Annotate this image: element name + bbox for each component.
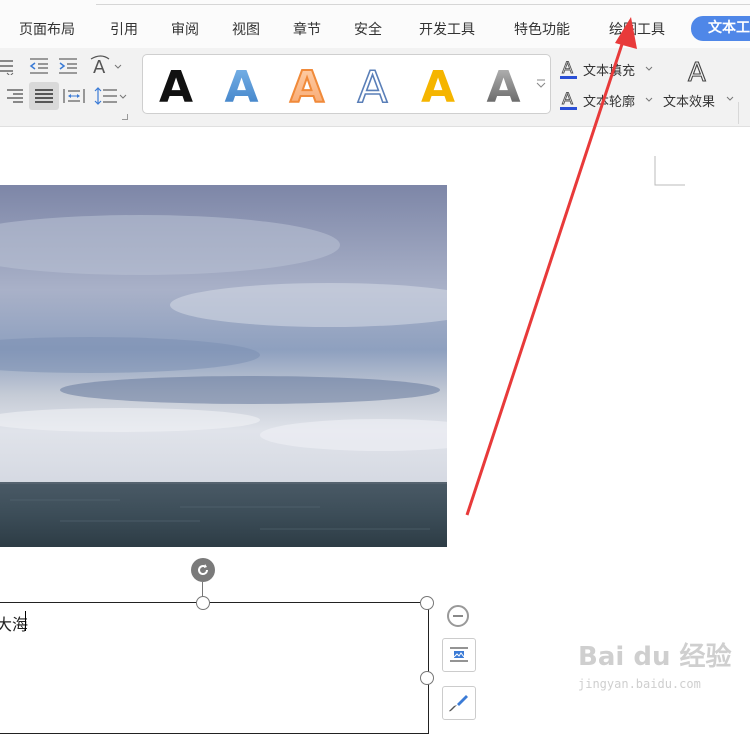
svg-text:A: A [93,57,106,77]
menu-references[interactable]: 引用 [110,19,138,39]
line-spacing-icon[interactable] [90,82,130,110]
text-cursor [25,611,26,631]
font-size-icon[interactable]: A [86,52,126,80]
menu-security[interactable]: 安全 [354,19,382,39]
resize-handle-right[interactable] [420,671,434,685]
menu-page-layout[interactable]: 页面布局 [19,19,75,39]
menu-review[interactable]: 审阅 [171,19,199,39]
brush-icon [449,695,468,712]
layout-options-button[interactable] [442,638,476,672]
svg-text:A: A [688,58,706,86]
seascape-image[interactable] [0,185,447,547]
ribbon-separator [738,102,739,124]
rotate-handle-icon[interactable] [191,558,215,582]
wordart-blue-gradient-style[interactable]: A [224,62,258,113]
text-effect-button[interactable]: A 文本效果 [661,54,737,114]
annotation-arrow [465,17,637,516]
resize-handle-top[interactable] [196,596,210,610]
align-right-icon[interactable] [0,82,32,110]
increase-indent-icon[interactable] [50,52,86,80]
resize-handle-top-right[interactable] [420,596,434,610]
text-effect-icon: A [687,57,706,86]
paragraph-launcher-icon[interactable] [122,114,128,120]
baidu-watermark-logo: Bai du 经验 [578,642,732,672]
wordart-blue-outline-style[interactable]: A [357,61,389,114]
wordart-orange-outline-style[interactable]: A [289,61,325,114]
distribute-icon[interactable] [56,82,92,110]
baidu-watermark-url: jingyan.baidu.com [578,677,701,691]
justify-icon[interactable] [29,82,59,110]
text-effect-label: 文本效果 [663,95,716,110]
text-box[interactable] [0,602,429,734]
list-icon[interactable] [0,52,22,80]
collapse-icon[interactable] [447,605,469,627]
menu-view[interactable]: 视图 [232,19,260,39]
menu-top-border [96,0,750,5]
tab-text-tools[interactable]: 文本工 [691,16,750,41]
wordart-yellow-style[interactable]: A [421,62,455,113]
menu-section[interactable]: 章节 [293,19,321,39]
wordart-black-style[interactable]: A [159,62,193,113]
text-box-content[interactable]: 大海 [0,611,28,635]
layout-options-icon [450,647,468,662]
format-brush-button[interactable] [442,686,476,720]
page-corner-mark [654,156,685,186]
